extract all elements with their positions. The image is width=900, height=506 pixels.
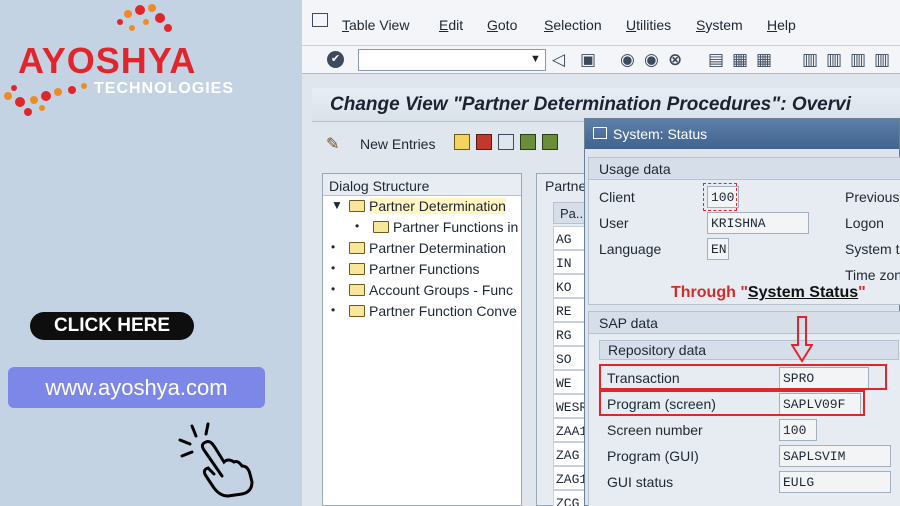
menu-system[interactable]: System (696, 17, 743, 33)
command-field[interactable] (358, 49, 546, 71)
language-label: Language (599, 241, 662, 257)
undo-icon[interactable] (498, 134, 514, 150)
save-icon[interactable]: ▣ (580, 50, 596, 70)
previous-page-icon[interactable]: ▥ (826, 50, 842, 70)
down-arrow-icon (791, 316, 813, 363)
folder-icon (349, 305, 365, 317)
dialog-structure-tree: Dialog Structure ▼ Partner Determination… (322, 173, 522, 506)
screen-number-field[interactable]: 100 (779, 419, 817, 441)
tree-bullet-icon: • (331, 240, 336, 254)
tree-header: Dialog Structure (323, 174, 521, 196)
brand-logo-text: AYOSHYA (18, 40, 197, 81)
program-gui-label: Program (GUI) (607, 448, 699, 464)
tree-bullet-icon: • (331, 303, 336, 317)
page-title: Change View "Partner Determination Proce… (330, 94, 851, 115)
cancel-icon[interactable]: ⊗ (668, 50, 682, 70)
time-zone-label: Time zon (845, 267, 900, 283)
program-screen-highlight (599, 390, 865, 416)
menu-goto[interactable]: Goto (487, 17, 517, 33)
menu-table-view[interactable]: Table View (342, 17, 409, 33)
screen-title-bar: Change View "Partner Determination Proce… (312, 88, 900, 122)
last-page-icon[interactable]: ▥ (874, 50, 890, 70)
folder-icon (373, 221, 389, 233)
brand-logo-subtitle: TECHNOLOGIES (94, 80, 235, 97)
find-icon[interactable]: ▦ (732, 50, 748, 70)
note-prefix: Through " (671, 284, 748, 301)
tree-item-partner-determination[interactable]: ▼ Partner Determination (323, 196, 521, 217)
dialog-title-bar: System: Status (585, 119, 899, 149)
transaction-highlight (599, 364, 887, 390)
new-entries-button[interactable]: New Entries (360, 136, 435, 152)
folder-icon (349, 263, 365, 275)
expand-triangle-icon[interactable]: ▼ (331, 198, 343, 212)
usage-data-header: Usage data (589, 158, 900, 180)
menu-edit[interactable]: Edit (439, 17, 463, 33)
sap-data-header: SAP data (589, 312, 900, 334)
edit-pencil-icon[interactable]: ✎ (326, 134, 339, 154)
print-icon[interactable]: ▤ (708, 50, 724, 70)
repository-data-header: Repository data (599, 340, 899, 360)
tree-bullet-icon: • (331, 261, 336, 275)
client-label: Client (599, 189, 635, 205)
tree-item-partner-functions[interactable]: • Partner Functions (323, 259, 521, 280)
tree-item-partner-determination-2[interactable]: • Partner Determination (323, 238, 521, 259)
back-icon[interactable]: ◉ (620, 50, 635, 70)
previous-logon-label: Previous (845, 189, 900, 205)
user-label: User (599, 215, 629, 231)
folder-icon (349, 242, 365, 254)
select-all-icon[interactable] (520, 134, 536, 150)
enter-check-icon[interactable]: ✔ (327, 51, 344, 68)
tree-bullet-icon: • (331, 282, 336, 296)
sap-data-group: SAP data Repository data Transaction SPR… (588, 311, 900, 506)
gui-status-label: GUI status (607, 474, 674, 490)
logon-label: Logon (845, 215, 884, 231)
tree-item-partner-functions-in[interactable]: • Partner Functions in (323, 217, 521, 238)
usage-data-group: Usage data Client 100 User KRISHNA Langu… (588, 157, 900, 305)
screen-number-label: Screen number (607, 422, 703, 438)
pointing-hand-icon (178, 422, 254, 498)
dialog-title: System: Status (613, 126, 708, 142)
copy-icon[interactable] (454, 134, 470, 150)
tree-item-label: Partner Functions in (393, 219, 519, 235)
back-arrow-icon[interactable]: ◁ (552, 50, 565, 70)
tree-bullet-icon: • (355, 219, 360, 233)
system-status-dialog: System: Status Usage data Client 100 Use… (584, 118, 900, 506)
language-field[interactable]: EN (707, 238, 729, 260)
note-highlight: System Status (747, 284, 859, 301)
website-link[interactable]: www.ayoshya.com (8, 367, 265, 408)
through-system-status-note: Through "System Status" (671, 284, 866, 302)
first-page-icon[interactable]: ▥ (802, 50, 818, 70)
window-menu-icon[interactable] (312, 13, 328, 27)
exit-icon[interactable]: ◉ (644, 50, 659, 70)
system-time-label: System t (845, 241, 900, 257)
find-next-icon[interactable]: ▦ (756, 50, 772, 70)
tree-item-label: Partner Determination (369, 240, 506, 256)
open-folder-icon (349, 200, 365, 212)
select-block-icon[interactable] (542, 134, 558, 150)
tree-item-partner-function-conversion[interactable]: • Partner Function Conve (323, 301, 521, 322)
gui-status-field[interactable]: EULG (779, 471, 891, 493)
tree-item-label: Account Groups - Func (369, 282, 513, 298)
user-field[interactable]: KRISHNA (707, 212, 809, 234)
tree-item-label: Partner Determination (369, 198, 506, 214)
tree-item-label: Partner Function Conve (369, 303, 517, 319)
next-page-icon[interactable]: ▥ (850, 50, 866, 70)
sap-window: Table View Edit Goto Selection Utilities… (302, 0, 900, 506)
delete-icon[interactable] (476, 134, 492, 150)
click-here-button[interactable]: CLICK HERE (30, 312, 194, 340)
folder-icon (349, 284, 365, 296)
note-suffix: " (858, 284, 866, 301)
menu-bar: Table View Edit Goto Selection Utilities… (302, 0, 900, 46)
tree-item-account-groups[interactable]: • Account Groups - Func (323, 280, 521, 301)
promo-panel: AYOSHYA TECHNOLOGIES CLICK HERE www.ayos… (0, 0, 302, 506)
dialog-menu-icon[interactable] (593, 127, 607, 139)
tree-item-label: Partner Functions (369, 261, 480, 277)
standard-toolbar: ✔ ▼ ◁ ▣ ◉ ◉ ⊗ ▤ ▦ ▦ ▥ ▥ ▥ ▥ (302, 46, 900, 74)
menu-utilities[interactable]: Utilities (626, 17, 671, 33)
menu-selection[interactable]: Selection (544, 17, 602, 33)
menu-help[interactable]: Help (767, 17, 796, 33)
program-gui-field[interactable]: SAPLSVIM (779, 445, 891, 467)
client-highlight (703, 183, 737, 211)
